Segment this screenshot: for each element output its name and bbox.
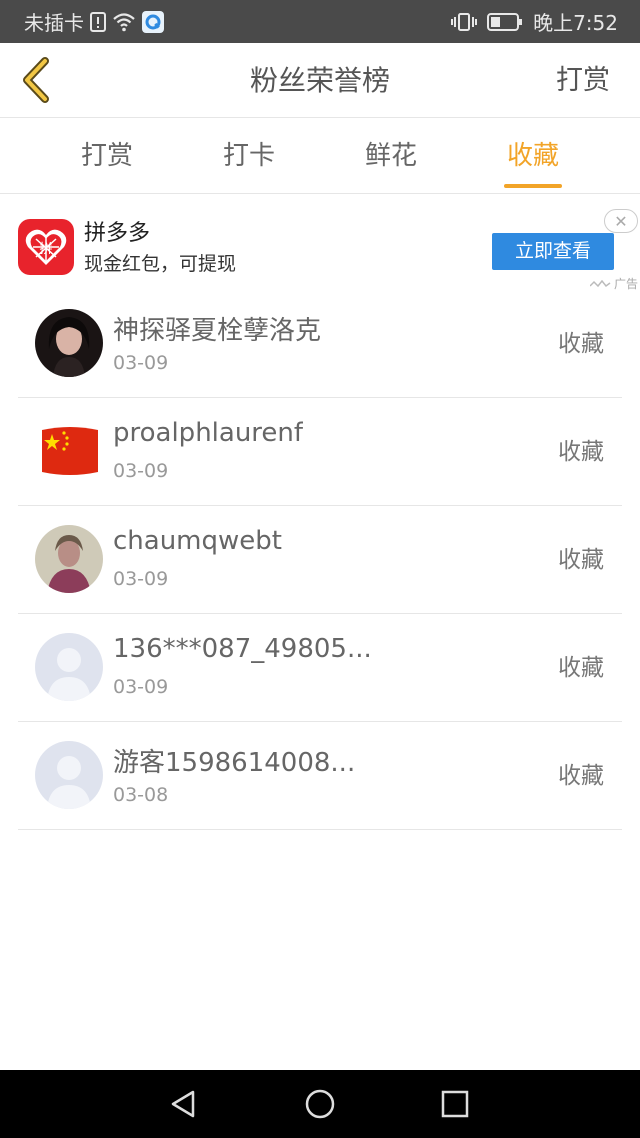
favorite-date: 03-09: [113, 352, 169, 374]
circle-home-icon: [305, 1089, 335, 1119]
ad-view-button[interactable]: 立即查看: [492, 233, 614, 270]
favorite-label: 收藏: [558, 655, 604, 681]
tab-label: 收藏: [506, 141, 559, 171]
status-bar: 未插卡 晚上7:52: [0, 0, 640, 43]
status-right: 晚上7:52: [451, 0, 618, 43]
user-name: chaumqwebt: [113, 526, 282, 556]
avatar: [40, 424, 100, 478]
avatar: [35, 309, 103, 377]
pinduoduo-logo: 拼: [18, 219, 74, 275]
list-item[interactable]: 游客1598614008... 03-08 收藏: [18, 722, 622, 830]
user-name: 神探驿夏栓孽洛克: [113, 316, 322, 346]
user-name: 136***087_49805...: [113, 634, 372, 664]
reward-button[interactable]: 打赏: [556, 43, 610, 118]
battery-icon: [487, 12, 523, 31]
default-avatar-icon: [35, 741, 103, 809]
triangle-back-icon: [171, 1090, 195, 1118]
tab-label: 鲜花: [364, 141, 417, 171]
avatar: [35, 633, 103, 701]
wifi-icon: [112, 12, 136, 32]
status-left: 未插卡: [24, 0, 164, 43]
favorite-label: 收藏: [558, 331, 604, 357]
carrier-label: 未插卡: [24, 11, 84, 35]
tab-favorites[interactable]: 收藏: [473, 118, 593, 194]
favorite-label: 收藏: [558, 439, 604, 465]
favorite-date: 03-09: [113, 568, 169, 590]
ad-subtitle: 现金红包，可提现: [84, 253, 237, 275]
nav-recents-button[interactable]: [435, 1086, 475, 1122]
tab-bar: 打赏 打卡 鲜花 收藏: [0, 118, 640, 194]
list-item[interactable]: 136***087_49805... 03-09 收藏: [18, 614, 622, 722]
close-icon: ✕: [614, 211, 628, 231]
list-item[interactable]: chaumqwebt 03-09 收藏: [18, 506, 622, 614]
nav-home-button[interactable]: [300, 1086, 340, 1122]
tab-flowers[interactable]: 鲜花: [331, 118, 451, 194]
user-name: proalphlaurenf: [113, 418, 304, 448]
svg-text:拼: 拼: [39, 242, 52, 257]
status-time: 晚上7:52: [533, 11, 618, 35]
favorites-list: 神探驿夏栓孽洛克 03-09 收藏 proalphlaurenf 03-09 收…: [18, 290, 622, 830]
favorite-date: 03-08: [113, 784, 169, 806]
favorite-label: 收藏: [558, 547, 604, 573]
header-bar: 粉丝荣誉榜 打赏: [0, 43, 640, 118]
ad-waves-icon: [589, 279, 611, 287]
ad-close-button[interactable]: ✕: [604, 209, 638, 233]
system-nav-bar: [0, 1070, 640, 1138]
favorite-label: 收藏: [558, 763, 604, 789]
tab-label: 打卡: [222, 141, 275, 171]
app-notification-icon: [142, 10, 164, 33]
favorite-date: 03-09: [113, 676, 169, 698]
tab-checkin[interactable]: 打卡: [189, 118, 309, 194]
page-title: 粉丝荣誉榜: [249, 64, 390, 97]
nav-back-button[interactable]: [163, 1086, 203, 1122]
sim-alert-icon: [90, 11, 106, 32]
ad-title: 拼多多: [84, 221, 151, 246]
list-item[interactable]: 神探驿夏栓孽洛克 03-09 收藏: [18, 290, 622, 398]
square-recents-icon: [441, 1090, 469, 1118]
tab-reward[interactable]: 打赏: [47, 118, 167, 194]
user-name: 游客1598614008...: [113, 748, 356, 778]
avatar: [35, 525, 103, 593]
vibrate-icon: [451, 12, 478, 32]
ad-banner[interactable]: 拼 拼多多 现金红包，可提现 立即查看 ✕ 广告: [0, 195, 640, 295]
back-button[interactable]: [14, 55, 58, 105]
list-item[interactable]: proalphlaurenf 03-09 收藏: [18, 398, 622, 506]
tab-label: 打赏: [80, 141, 133, 171]
chevron-left-icon: [23, 57, 49, 103]
tab-active-indicator: [504, 184, 562, 188]
default-avatar-icon: [35, 633, 103, 701]
favorite-date: 03-09: [113, 460, 169, 482]
avatar: [35, 741, 103, 809]
